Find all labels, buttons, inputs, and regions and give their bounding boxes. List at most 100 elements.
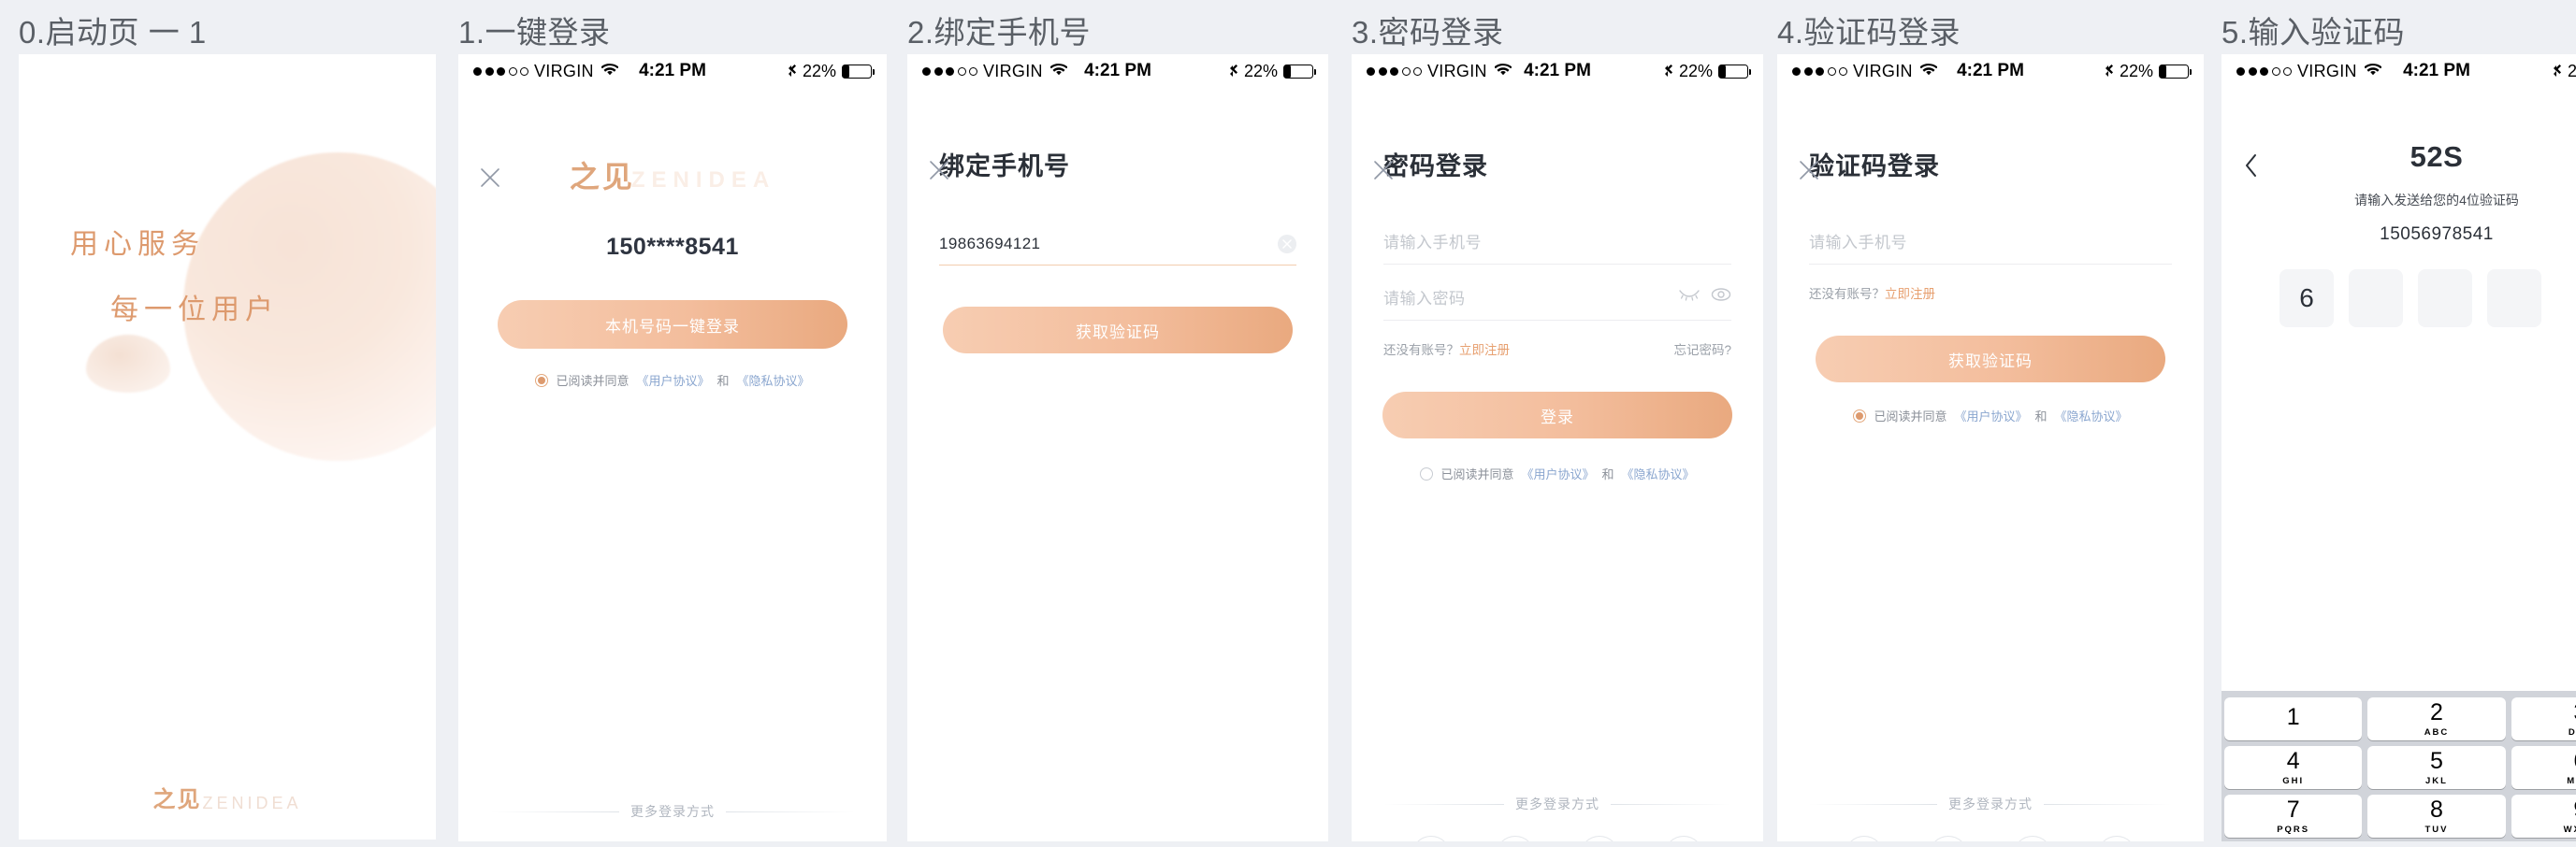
key-7[interactable]: 7 PQRS bbox=[2224, 795, 2363, 838]
no-account-label: 还没有账号？ bbox=[1809, 287, 1885, 301]
user-agreement-link[interactable]: 《用户协议》 bbox=[636, 371, 709, 389]
agreement-radio-checked-icon[interactable] bbox=[535, 373, 549, 387]
phone-field[interactable]: 19863694121 bbox=[939, 220, 1296, 266]
keypad-row: 1 2 ABC 3 DEF bbox=[2224, 697, 2576, 740]
phone-icon[interactable] bbox=[2097, 836, 2136, 841]
wifi-icon bbox=[1919, 61, 1938, 81]
clear-icon[interactable] bbox=[1278, 235, 1296, 253]
bluetooth-icon bbox=[788, 61, 797, 81]
key-6[interactable]: 6 MNO bbox=[2511, 746, 2576, 789]
status-bar: VIRGIN 4:21 PM 22% bbox=[458, 54, 887, 88]
register-link[interactable]: 立即注册 bbox=[1459, 339, 1510, 358]
privacy-agreement-link[interactable]: 《隐私协议》 bbox=[2055, 407, 2128, 424]
qq-icon[interactable] bbox=[1580, 836, 1619, 841]
key-letters: DEF bbox=[2568, 726, 2576, 738]
panel-code-entry: 5.输入验证码 VIRGIN 4:21 PM 22% bbox=[2221, 0, 2576, 847]
phone-input-placeholder[interactable]: 请输入手机号 bbox=[1383, 229, 1482, 252]
apple-icon[interactable] bbox=[1411, 836, 1451, 841]
splash-slogan: 用心服务 每一位用户 bbox=[19, 221, 436, 327]
forgot-password-link[interactable]: 忘记密码? bbox=[1673, 339, 1731, 358]
brand-chinese: 之见 bbox=[569, 160, 635, 194]
key-number: 2 bbox=[2430, 698, 2443, 725]
password-field[interactable]: 请输入密码 bbox=[1383, 270, 1731, 321]
eye-closed-icon[interactable] bbox=[1679, 288, 1700, 306]
privacy-agreement-link[interactable]: 《隐私协议》 bbox=[737, 371, 810, 389]
login-button[interactable]: 登录 bbox=[1382, 392, 1732, 438]
phone-input-value[interactable]: 19863694121 bbox=[939, 235, 1040, 253]
agreement-radio-checked-icon[interactable] bbox=[1853, 409, 1867, 423]
back-icon[interactable] bbox=[2244, 153, 2263, 178]
agreement-row[interactable]: 已阅读并同意 《用户协议》 和 《隐私协议》 bbox=[1777, 407, 2204, 424]
signal-dots-icon bbox=[2236, 66, 2292, 76]
battery-percent: 22% bbox=[2119, 61, 2153, 80]
status-bar: VIRGIN 4:21 PM 22% bbox=[1777, 54, 2204, 88]
key-1[interactable]: 1 bbox=[2224, 697, 2363, 740]
eye-open-icon[interactable] bbox=[1711, 287, 1731, 307]
splash-screen: 用心服务 每一位用户 之见 ZENIDEA bbox=[19, 54, 436, 840]
device-password-login: VIRGIN 4:21 PM 22% 密码登录 请输入手机号 请输入密码 还没有… bbox=[1352, 54, 1763, 841]
battery-icon bbox=[2159, 64, 2192, 79]
battery-percent: 22% bbox=[802, 61, 836, 80]
phone-field[interactable]: 请输入手机号 bbox=[1809, 214, 2172, 265]
password-input-placeholder[interactable]: 请输入密码 bbox=[1383, 285, 1466, 309]
agreement-prefix: 已阅读并同意 bbox=[1440, 467, 1514, 481]
slogan-line-2: 每一位用户 bbox=[110, 294, 279, 325]
get-code-button[interactable]: 获取验证码 bbox=[1816, 336, 2165, 382]
battery-percent: 22% bbox=[1243, 61, 1278, 80]
wechat-icon[interactable] bbox=[1929, 836, 1968, 841]
user-agreement-link[interactable]: 《用户协议》 bbox=[1954, 407, 2027, 424]
key-3[interactable]: 3 DEF bbox=[2511, 697, 2576, 740]
wifi-icon bbox=[2364, 61, 2382, 81]
onekey-login-button[interactable]: 本机号码一键登录 bbox=[498, 300, 847, 349]
code-box[interactable] bbox=[2487, 269, 2541, 327]
agreement-conjunction: 和 bbox=[2034, 409, 2048, 424]
lock-icon[interactable] bbox=[2013, 836, 2052, 841]
onekey-screen: 之见ZENIDEA 150****8541 本机号码一键登录 已阅读并同意 《用… bbox=[458, 153, 887, 841]
code-box[interactable] bbox=[2349, 269, 2403, 327]
logo-chinese: 之见 bbox=[152, 787, 202, 812]
code-box[interactable]: 6 bbox=[2279, 269, 2334, 327]
status-bar-right: 22% bbox=[2553, 61, 2576, 81]
brand-logo: 之见ZENIDEA bbox=[458, 153, 887, 196]
battery-percent: 22% bbox=[1678, 61, 1713, 80]
user-agreement-link[interactable]: 《用户协议》 bbox=[1521, 465, 1594, 482]
agreement-conjunction: 和 bbox=[716, 374, 730, 388]
key-letters: PQRS bbox=[2277, 824, 2310, 835]
phone-input-placeholder[interactable]: 请输入手机号 bbox=[1809, 229, 1907, 252]
more-login-divider: 更多登录方式 bbox=[1383, 795, 1731, 813]
close-icon[interactable] bbox=[1798, 159, 1820, 181]
key-4[interactable]: 4 GHI bbox=[2224, 746, 2363, 789]
key-2[interactable]: 2 ABC bbox=[2367, 697, 2506, 740]
bluetooth-icon bbox=[2553, 61, 2562, 81]
key-8[interactable]: 8 TUV bbox=[2367, 795, 2506, 838]
battery-icon bbox=[1283, 64, 1316, 79]
code-box[interactable] bbox=[2418, 269, 2472, 327]
bluetooth-icon bbox=[1229, 61, 1238, 81]
key-number: 1 bbox=[2286, 704, 2300, 730]
get-code-button[interactable]: 获取验证码 bbox=[943, 307, 1293, 353]
device-code-entry: VIRGIN 4:21 PM 22% 5 2 bbox=[2221, 54, 2576, 841]
close-icon[interactable] bbox=[928, 159, 950, 181]
key-letters: JKL bbox=[2425, 775, 2448, 786]
phone-field[interactable]: 请输入手机号 bbox=[1383, 214, 1731, 265]
agreement-prefix: 已阅读并同意 bbox=[1874, 409, 1947, 424]
agreement-row[interactable]: 已阅读并同意 《用户协议》 和 《隐私协议》 bbox=[458, 371, 887, 389]
apple-icon[interactable] bbox=[1845, 836, 1884, 841]
agreement-radio-unchecked-icon[interactable] bbox=[1420, 467, 1434, 481]
register-link[interactable]: 立即注册 bbox=[1885, 283, 1935, 302]
phone-icon[interactable] bbox=[1664, 836, 1703, 841]
carrier-label: VIRGIN bbox=[983, 61, 1043, 80]
wechat-icon[interactable] bbox=[1496, 836, 1535, 841]
panel-onekey-login: 1.一键登录 VIRGIN 4:21 PM 22% 之见ZENIDEA 150*… bbox=[458, 0, 887, 847]
carrier-label: VIRGIN bbox=[534, 61, 594, 80]
privacy-agreement-link[interactable]: 《隐私协议》 bbox=[1622, 465, 1695, 482]
page-title: 密码登录 bbox=[1383, 152, 1488, 180]
agreement-row[interactable]: 已阅读并同意 《用户协议》 和 《隐私协议》 bbox=[1352, 465, 1763, 482]
key-9[interactable]: 9 WXYZ bbox=[2511, 795, 2576, 838]
key-5[interactable]: 5 JKL bbox=[2367, 746, 2506, 789]
field-icons bbox=[1278, 235, 1296, 253]
divider-left bbox=[1809, 803, 1937, 805]
keypad-row: 4 GHI 5 JKL 6 MNO bbox=[2224, 746, 2576, 789]
close-icon[interactable] bbox=[1372, 159, 1395, 181]
field-icons bbox=[1679, 287, 1731, 307]
